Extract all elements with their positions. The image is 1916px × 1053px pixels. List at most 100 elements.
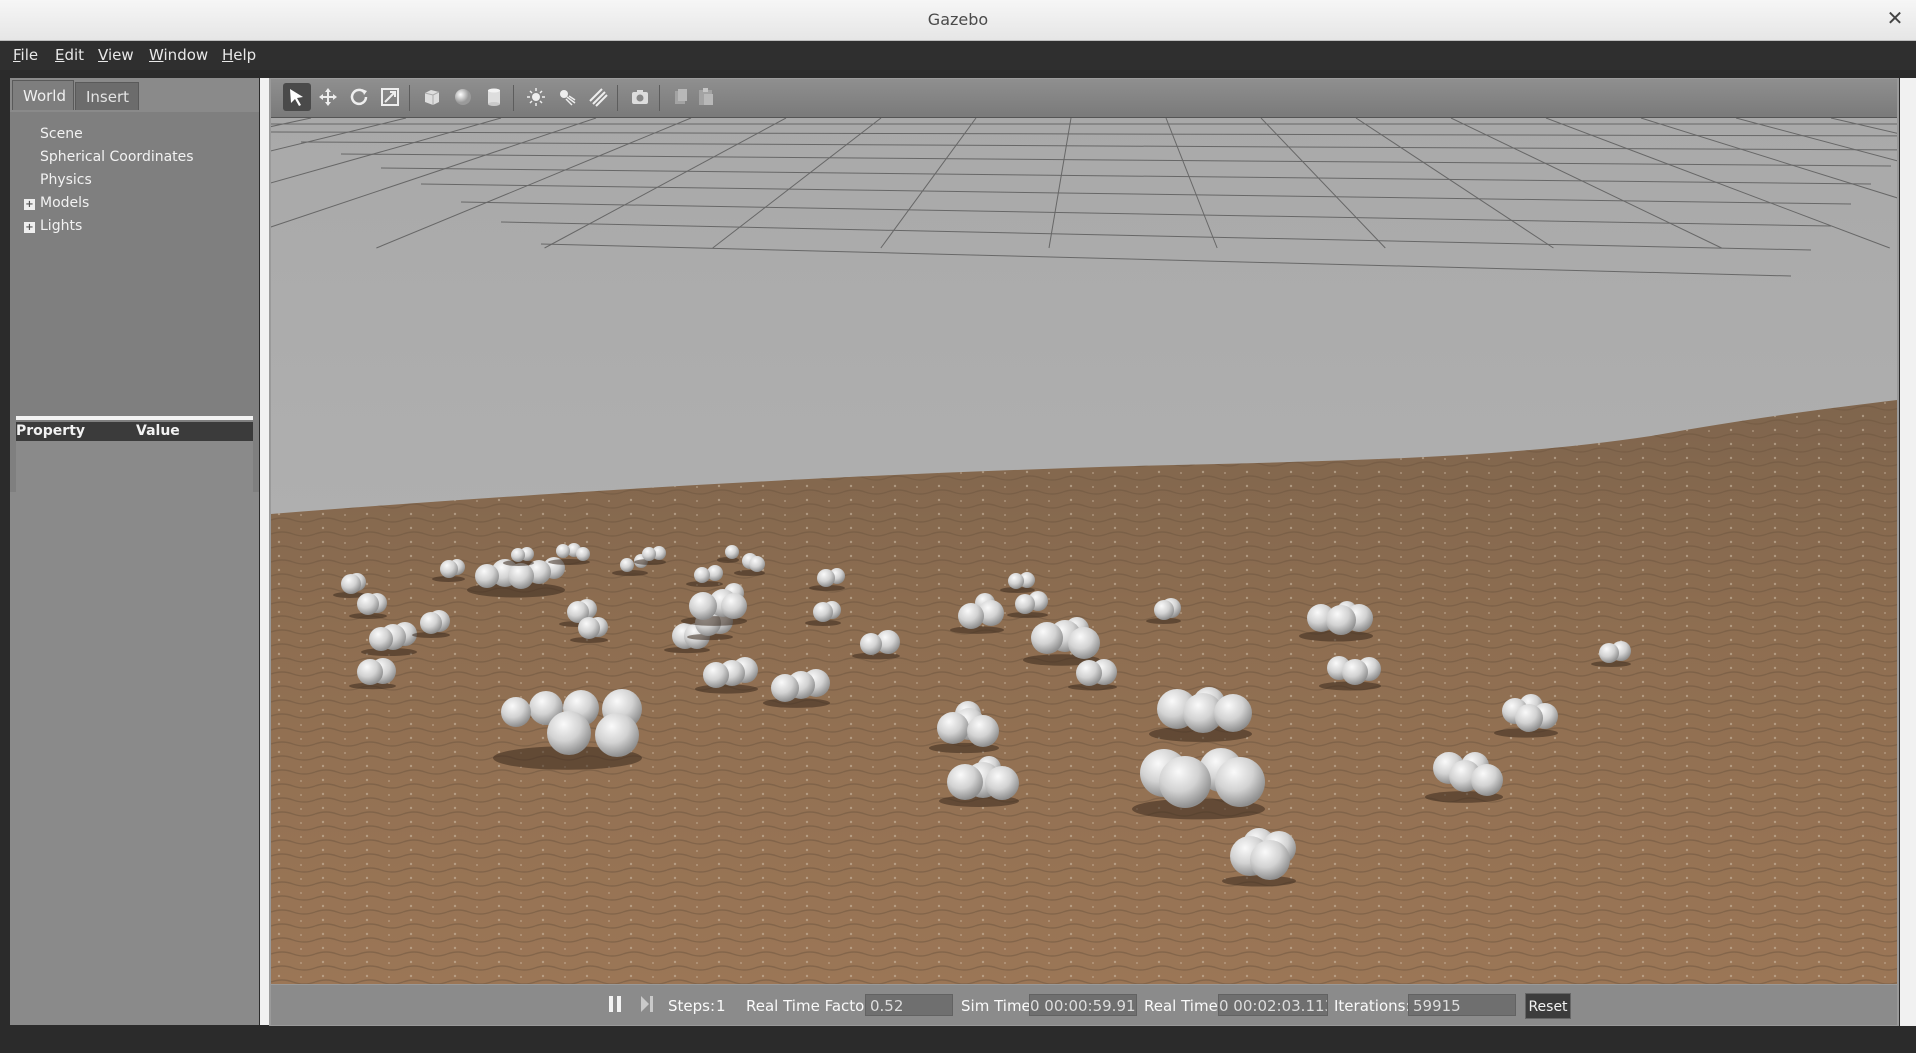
sphere (357, 659, 383, 685)
sphere (1215, 757, 1265, 807)
sphere (985, 766, 1019, 800)
menu-file[interactable]: File (13, 46, 38, 64)
copy-icon[interactable] (667, 83, 695, 111)
sphere (1250, 840, 1290, 880)
tab-world[interactable]: World (12, 80, 74, 110)
window-bottom-border (0, 1026, 1916, 1053)
sphere (1515, 704, 1543, 732)
screenshot-icon[interactable] (626, 83, 654, 111)
value-column-header: Value (136, 423, 180, 439)
sphere (501, 697, 531, 727)
step-icon[interactable] (639, 994, 655, 1018)
paste-icon[interactable] (692, 83, 720, 111)
sphere (749, 556, 765, 572)
property-table-header: Property Value (16, 422, 253, 441)
panel-splitter[interactable] (16, 416, 253, 420)
tree-item-lights[interactable]: Lights (40, 218, 82, 234)
reset-button[interactable]: Reset (1525, 993, 1571, 1019)
sphere (813, 602, 833, 622)
sphere (721, 593, 747, 619)
iterations-label: Iterations: (1334, 997, 1411, 1015)
sphere (508, 563, 534, 589)
sphere (1068, 627, 1100, 659)
right-edge (1900, 78, 1916, 1026)
sphere (947, 764, 983, 800)
scale-icon[interactable] (376, 83, 404, 111)
sphere (1159, 756, 1211, 808)
rtf-field: 0.52 (865, 994, 953, 1016)
pause-icon[interactable] (607, 994, 623, 1018)
window-title: Gazebo (927, 10, 989, 29)
title-bar: Gazebo ✕ (0, 0, 1916, 41)
sphere (1342, 659, 1368, 685)
sphere (369, 627, 393, 651)
menu-window[interactable]: Window (149, 46, 208, 64)
sim-time-field: 0 00:00:59.915 (1029, 994, 1137, 1016)
tree-item-models[interactable]: Models (40, 195, 89, 211)
tab-insert[interactable]: Insert (75, 82, 139, 110)
sphere (620, 558, 634, 572)
sphere (357, 593, 379, 615)
close-icon[interactable]: ✕ (1884, 7, 1906, 29)
scene-render (271, 118, 1897, 984)
toolbar-separator (659, 85, 660, 111)
sphere (817, 569, 835, 587)
steps-value[interactable]: 1 (716, 997, 726, 1015)
select-arrow-icon[interactable] (283, 83, 311, 111)
toolbar (271, 79, 1897, 118)
point-light-icon[interactable] (522, 83, 550, 111)
sphere (556, 544, 570, 558)
sphere (725, 545, 739, 559)
toolbar-separator (409, 85, 410, 111)
left-panel: World Insert Scene Spherical Coordinates… (10, 78, 259, 1025)
box-icon[interactable] (418, 83, 446, 111)
tree-item-spherical-coordinates[interactable]: Spherical Coordinates (40, 149, 194, 165)
spot-light-icon[interactable] (553, 83, 581, 111)
tree-item-physics[interactable]: Physics (40, 172, 92, 188)
real-time-label: Real Time: (1144, 997, 1223, 1015)
sphere (958, 603, 984, 629)
sphere (1076, 660, 1102, 686)
expand-models-icon[interactable]: + (24, 199, 35, 210)
sphere (1015, 594, 1035, 614)
tree-item-scene[interactable]: Scene (40, 126, 83, 142)
rtf-label: Real Time Factor: (746, 997, 876, 1015)
rotate-icon[interactable] (345, 83, 373, 111)
sphere (860, 633, 882, 655)
cylinder-icon[interactable] (480, 83, 508, 111)
menu-bar: File Edit View Window Help (0, 41, 1916, 70)
sphere-shadow (763, 698, 830, 708)
menu-view[interactable]: View (98, 46, 134, 64)
sim-time-label: Sim Time: (961, 997, 1036, 1015)
sphere-icon[interactable] (449, 83, 477, 111)
steps-label: Steps: (668, 997, 716, 1015)
sphere (511, 548, 525, 562)
sphere (1008, 573, 1024, 589)
sphere (703, 662, 729, 688)
sphere (576, 547, 590, 561)
sphere (475, 564, 499, 588)
sphere (689, 592, 717, 620)
sphere (1154, 600, 1174, 620)
translate-icon[interactable] (314, 83, 342, 111)
property-table-body (16, 441, 253, 1025)
toolbar-separator (617, 85, 618, 111)
scene-viewport[interactable] (271, 118, 1897, 984)
sphere (341, 574, 361, 594)
sphere (440, 560, 458, 578)
sphere (547, 711, 591, 755)
sphere (578, 617, 600, 639)
sphere (420, 612, 442, 634)
sphere (1599, 643, 1619, 663)
expand-lights-icon[interactable]: + (24, 222, 35, 233)
sphere (694, 567, 710, 583)
sphere-shadow (1222, 875, 1296, 887)
sphere-model[interactable] (1149, 687, 1252, 742)
menu-help[interactable]: Help (222, 46, 256, 64)
directional-light-icon[interactable] (584, 83, 612, 111)
sphere (1326, 605, 1356, 635)
sphere (771, 674, 799, 702)
sphere (1214, 694, 1252, 732)
real-time-field: 0 00:02:03.113 (1218, 994, 1328, 1016)
menu-edit[interactable]: Edit (55, 46, 84, 64)
